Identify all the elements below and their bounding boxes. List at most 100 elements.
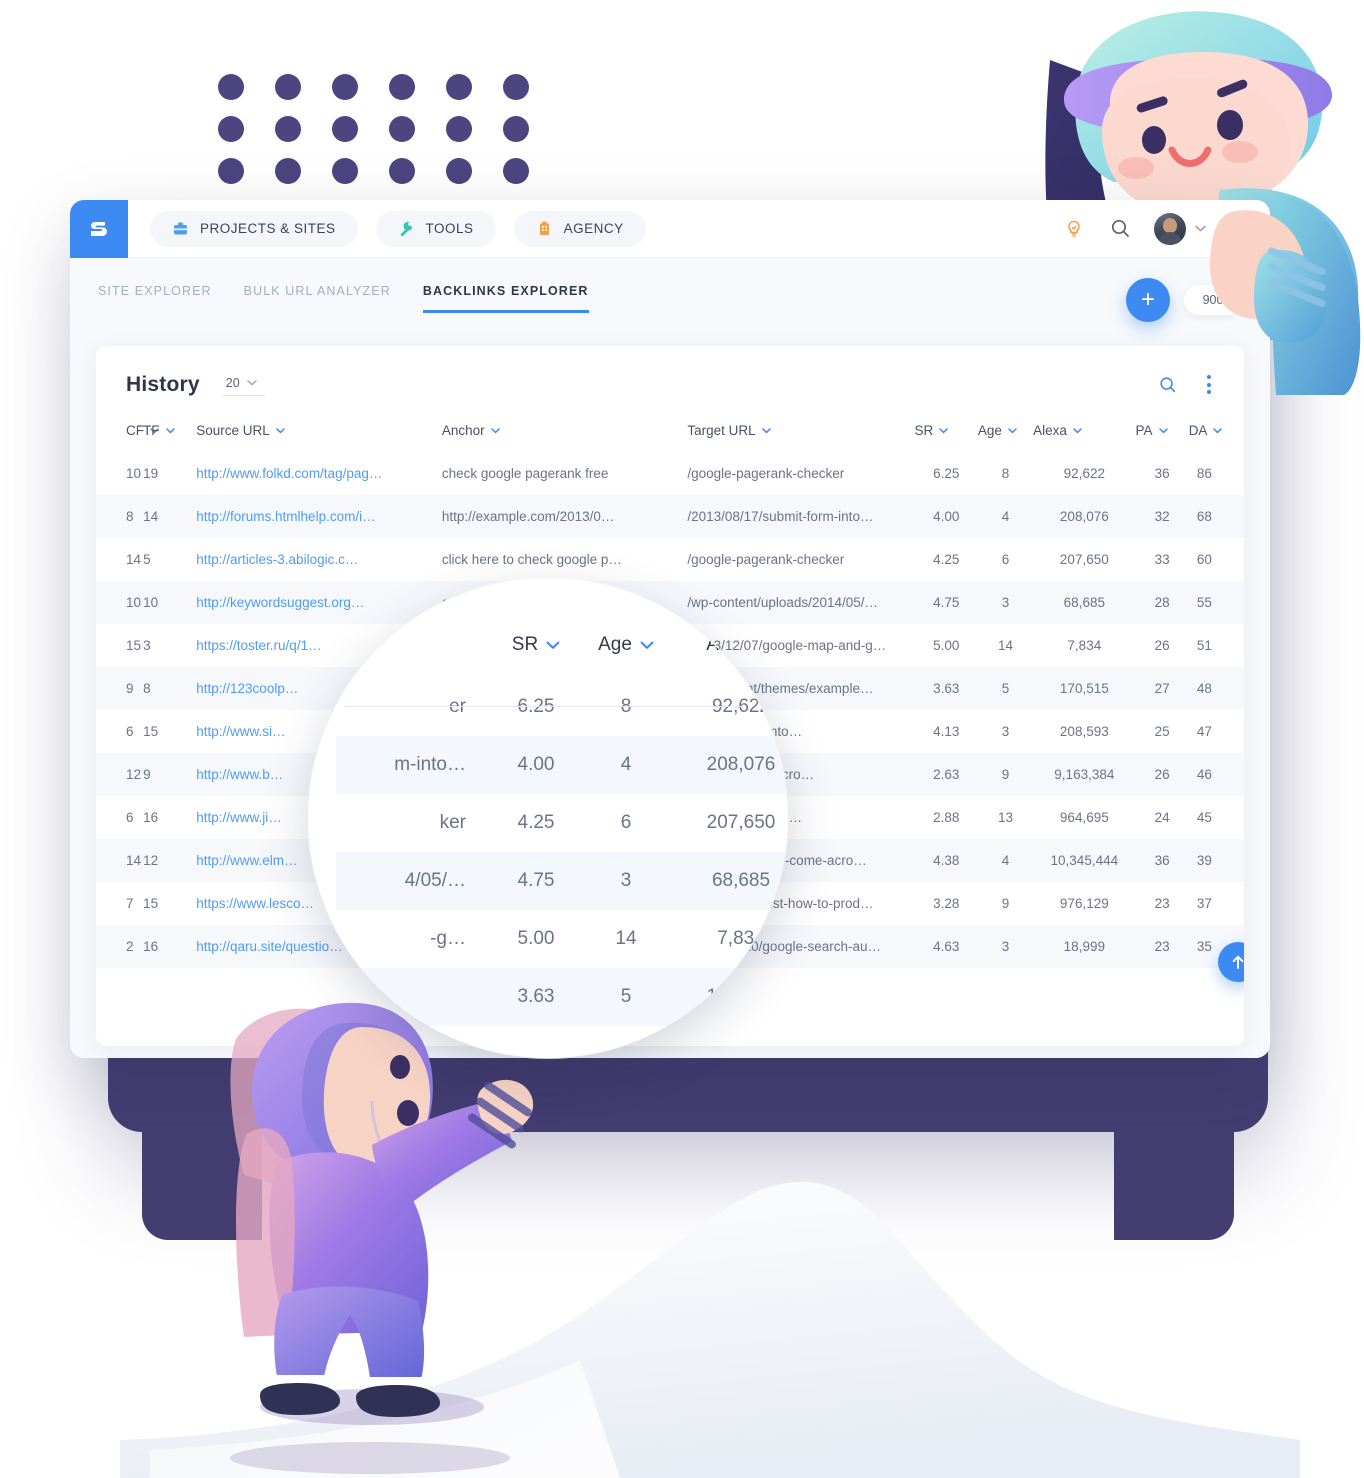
source-url-link[interactable]: http://123coolp… — [196, 681, 298, 696]
source-url-link[interactable]: http://www.ji… — [196, 810, 282, 825]
col-label-anchor: Anchor — [441, 423, 485, 438]
table-search-icon[interactable] — [1156, 373, 1180, 397]
table-row[interactable]: 14 5 http://articles-3.abilogic.c… click he… — [96, 538, 1244, 581]
col-header-source-url[interactable]: Source URL — [196, 405, 442, 452]
table-row[interactable]: 8 14 http://forums.htmlhelp.com/i… http://e… — [96, 495, 1244, 538]
magnified-table-row: er6.25892,6223686 — [336, 678, 788, 736]
cell-source-url[interactable]: http://articles-3.abilogic.c… — [196, 538, 442, 581]
cell-sr: 2.88 — [933, 810, 960, 825]
magnified-col-header-sr[interactable]: SR — [486, 634, 586, 678]
chevron-down-icon — [761, 427, 771, 433]
magnified-col-header-age[interactable]: Age — [586, 634, 666, 678]
cell-source-url[interactable]: http://www.folkd.com/tag/pag… — [196, 452, 442, 495]
snow-mountain-illustration — [120, 1181, 1300, 1478]
source-url-link[interactable]: http://www.elm… — [196, 853, 297, 868]
cell-pa: 28 — [1154, 595, 1170, 610]
history-card-header: History 20 — [96, 346, 1244, 405]
source-url-link[interactable]: https://toster.ru/q/1… — [196, 638, 321, 653]
table-row[interactable]: 10 19 http://www.folkd.com/tag/pag… check g… — [96, 452, 1244, 495]
brand-logo[interactable] — [70, 200, 128, 258]
page-title: History — [126, 372, 200, 396]
mascot-climber-character — [230, 1002, 534, 1425]
col-label-cf: CF — [126, 423, 144, 438]
cell-cf: 6 — [126, 810, 134, 825]
chevron-down-icon — [1158, 427, 1168, 433]
col-header-anchor[interactable]: Anchor — [442, 405, 688, 452]
chevron-down-icon — [1073, 427, 1082, 433]
nav-projects-label: PROJECTS & SITES — [200, 221, 336, 236]
col-label-source-url: Source URL — [196, 423, 270, 438]
mascot-top-arm — [1209, 195, 1361, 395]
nav-tools[interactable]: TOOLS — [375, 210, 496, 247]
tab-site-explorer[interactable]: SITE EXPLORER — [98, 284, 212, 310]
cell-age: 5 — [1001, 681, 1010, 696]
col-header-sr[interactable]: SR — [915, 405, 978, 452]
nav-agency-label: AGENCY — [563, 221, 624, 236]
chevron-down-icon — [762, 641, 776, 649]
search-icon[interactable] — [1108, 217, 1132, 241]
cell-anchor: check google pagerank free — [441, 466, 609, 481]
source-url-link[interactable]: http://www.si… — [196, 724, 285, 739]
cell-sr: 2.63 — [933, 767, 960, 782]
nav-agency[interactable]: AGENCY — [513, 210, 646, 247]
cell-anchor: click here to check google p… — [441, 552, 622, 567]
magnified-col-label-age: Age — [598, 634, 632, 655]
source-url-link[interactable]: http://articles-3.abilogic.c… — [196, 552, 358, 567]
cell-tf: 15 — [143, 896, 159, 911]
source-url-link[interactable]: https://www.lesco… — [196, 896, 314, 911]
cell-tf: 12 — [143, 853, 159, 868]
add-button[interactable]: + — [1126, 278, 1170, 322]
col-header-da[interactable]: DA — [1189, 405, 1244, 452]
cell-sr: 5.00 — [933, 638, 960, 653]
tab-backlinks-explorer[interactable]: BACKLINKS EXPLORER — [422, 284, 589, 313]
cell-tf: 5 — [143, 552, 151, 567]
cell-sr: 4.00 — [933, 509, 960, 524]
magnified-table: SR Age Alexa PA er6.25892,6223686m-into…… — [336, 634, 788, 1026]
magnified-cell-sr: 4.00 — [517, 754, 555, 775]
cell-sr: 4.38 — [933, 853, 960, 868]
tab-bulk-url-analyzer[interactable]: BULK URL ANALYZER — [244, 284, 391, 310]
building-icon — [536, 220, 553, 237]
chevron-down-icon — [939, 427, 949, 433]
cell-age: 3 — [1001, 724, 1010, 739]
col-header-target-url[interactable]: Target URL — [687, 405, 914, 452]
cell-sr: 6.25 — [933, 466, 960, 481]
col-label-pa: PA — [1135, 423, 1153, 438]
magnified-cell-anchor: 4/05/… — [404, 870, 466, 891]
chevron-down-icon — [246, 379, 257, 385]
cell-tf: 14 — [143, 509, 159, 524]
lightbulb-icon[interactable] — [1062, 217, 1086, 241]
cell-source-url[interactable]: http://forums.htmlhelp.com/i… — [196, 495, 442, 538]
magnified-header-divider — [344, 706, 744, 707]
table-head: CF TF Source URL Anchor Target URL SR Ag… — [96, 405, 1244, 452]
magnified-header-row: SR Age Alexa PA — [336, 634, 788, 678]
col-header-alexa[interactable]: Alexa — [1033, 405, 1135, 452]
cell-da: 68 — [1196, 509, 1212, 524]
magnified-cell-anchor: er — [449, 696, 466, 717]
scroll-to-top-button[interactable] — [1218, 942, 1244, 982]
page-size-select[interactable]: 20 — [221, 374, 265, 396]
col-header-tf[interactable]: TF — [143, 405, 196, 452]
cell-target-url: /google-pagerank-checker — [687, 466, 845, 481]
source-url-link[interactable]: http://www.folkd.com/tag/pag… — [196, 466, 382, 481]
magnified-table-row: m-into…4.004208,0763268 — [336, 736, 788, 794]
col-header-pa[interactable]: PA — [1135, 405, 1188, 452]
magnified-cell-sr: 5.00 — [517, 928, 555, 949]
source-url-link[interactable]: http://forums.htmlhelp.com/i… — [196, 509, 375, 524]
col-header-age[interactable]: Age — [978, 405, 1033, 452]
chevron-down-icon — [1213, 427, 1223, 433]
cell-sr: 3.63 — [933, 681, 960, 696]
cell-alexa: 18,999 — [1063, 939, 1105, 954]
magnified-col-spacer — [336, 634, 486, 678]
col-header-cf[interactable]: CF — [96, 405, 159, 452]
magnified-cell-anchor — [336, 968, 486, 1026]
cell-cf: 14 — [126, 853, 142, 868]
cell-tf: 8 — [143, 681, 151, 696]
nav-projects-and-sites[interactable]: PROJECTS & SITES — [150, 210, 358, 247]
cell-tf: 3 — [143, 638, 151, 653]
cell-alexa: 68,685 — [1063, 595, 1105, 610]
magnified-col-header-alexa[interactable]: Alexa — [666, 634, 788, 678]
source-url-link[interactable]: http://www.b… — [196, 767, 283, 782]
col-label-sr: SR — [914, 423, 934, 438]
decorative-dot-grid — [218, 74, 560, 200]
